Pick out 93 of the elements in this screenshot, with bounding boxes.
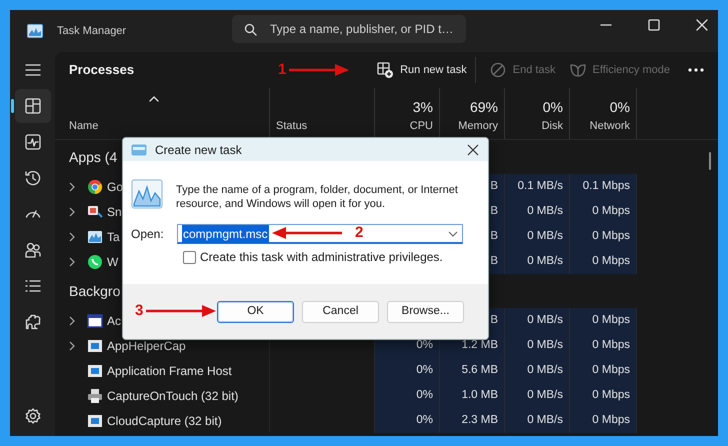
column-total: 3% (412, 98, 433, 116)
chart-icon (87, 228, 103, 244)
browser-icon (87, 178, 103, 194)
annotation-arrow (289, 62, 350, 78)
column-header[interactable]: Status (276, 118, 368, 134)
scrollbar-thumb[interactable] (709, 152, 711, 170)
column-header[interactable]: Network (590, 118, 630, 134)
table-cell: 1.0 MB (440, 383, 505, 408)
process-name: W (107, 254, 118, 270)
process-name: Ta (107, 228, 120, 246)
table-cell: 0 MB/s (505, 224, 570, 249)
app-window-icon (87, 338, 103, 354)
list-icon (24, 278, 40, 294)
table-cell: 0 Mbps (570, 199, 637, 224)
table-cell: 0 MB/s (505, 333, 570, 358)
checkbox-label[interactable]: Create this task with administrative privileges. (200, 248, 443, 266)
annotation-arrow (272, 225, 342, 241)
table-cell: 2.3 MB (440, 408, 505, 433)
group-header: Backgro (69, 282, 120, 301)
process-name: CloudCapture (32 bit) (107, 412, 222, 430)
table-cell: 0 MB/s (505, 199, 570, 224)
table-cell: 0 MB/s (505, 408, 570, 433)
settings-icon (24, 408, 40, 424)
column-header[interactable]: CPU (410, 118, 433, 134)
group-header: Apps (4 (69, 148, 118, 167)
maximize-icon (648, 19, 660, 31)
search-icon (244, 23, 257, 36)
window-icon (87, 312, 103, 328)
step-number: 2 (355, 225, 364, 241)
process-name: Ac (107, 312, 122, 330)
table-cell: 0 Mbps (570, 249, 637, 274)
menu-icon (24, 63, 40, 77)
page-title: Processes (68, 61, 134, 80)
column-total: 0% (542, 98, 563, 116)
table-cell: 0 Mbps (570, 333, 637, 358)
puzzle-icon (24, 314, 40, 330)
block-icon (490, 62, 506, 78)
table-cell: 0 MB/s (505, 383, 570, 408)
table-cell: 0 Mbps (570, 408, 637, 433)
window-title: Task Manager (57, 24, 126, 39)
run-task-button[interactable]: Run new task (373, 58, 471, 82)
table-cell: 0 Mbps (570, 358, 637, 383)
table-cell: 0 MB/s (505, 308, 570, 333)
table-cell: 0.1 MB/s (505, 174, 570, 199)
table-cell: 0 Mbps (570, 224, 637, 249)
table-cell: 5.6 MB (440, 358, 505, 383)
app-window-icon (87, 362, 103, 378)
open-label: Open: (131, 226, 165, 243)
table-cell: 0 MB/s (505, 249, 570, 274)
column-header[interactable]: Disk (542, 118, 563, 134)
app-icon (27, 24, 43, 38)
run-icon (131, 144, 147, 156)
step-number: 1 (278, 62, 286, 78)
table-cell: 0% (375, 408, 440, 433)
app-window-icon (87, 412, 103, 428)
table-cell: 0% (375, 358, 440, 383)
dialog-title: Create new task (155, 142, 242, 158)
printer-icon (87, 388, 103, 404)
history-icon (24, 170, 40, 186)
process-name: Sn (107, 204, 122, 220)
process-name: Application Frame Host (107, 362, 232, 380)
table-cell: 0 Mbps (570, 308, 637, 333)
process-name: AppHelperCap (107, 338, 186, 354)
snip-icon (87, 204, 103, 220)
table-cell: 0 MB/s (505, 358, 570, 383)
close-icon (696, 19, 708, 31)
column-header[interactable]: Name (69, 118, 263, 134)
process-name: CaptureOnTouch (32 bit) (107, 388, 238, 404)
admin-checkbox[interactable] (183, 250, 196, 264)
chat-icon (87, 254, 103, 270)
users-icon (24, 242, 40, 258)
step-number: 3 (135, 303, 144, 319)
column-total: 0% (610, 98, 630, 116)
chart-icon (131, 179, 163, 209)
cancel-button[interactable]: Cancel (302, 300, 379, 322)
table-cell: 0% (375, 383, 440, 408)
processes-icon (24, 98, 40, 114)
search-field[interactable]: Type a name, publisher, or PID t… (232, 15, 466, 43)
column-header[interactable]: Memory (458, 118, 498, 134)
pulse-icon (24, 134, 40, 150)
minimize-icon (600, 24, 612, 26)
column-total: 69% (470, 98, 498, 116)
browse-button[interactable]: Browse... (387, 300, 464, 322)
table-cell: 0.1 Mbps (570, 174, 637, 199)
table-cell: 0 Mbps (570, 383, 637, 408)
leaf-icon (570, 62, 586, 78)
annotation-arrow (146, 303, 216, 319)
close-icon (467, 144, 479, 156)
process-name: Go (107, 178, 124, 196)
dropdown-caret-icon (448, 230, 458, 236)
add-task-icon (377, 62, 394, 78)
ok-button[interactable]: OK (217, 300, 294, 322)
more-icon (688, 67, 704, 73)
